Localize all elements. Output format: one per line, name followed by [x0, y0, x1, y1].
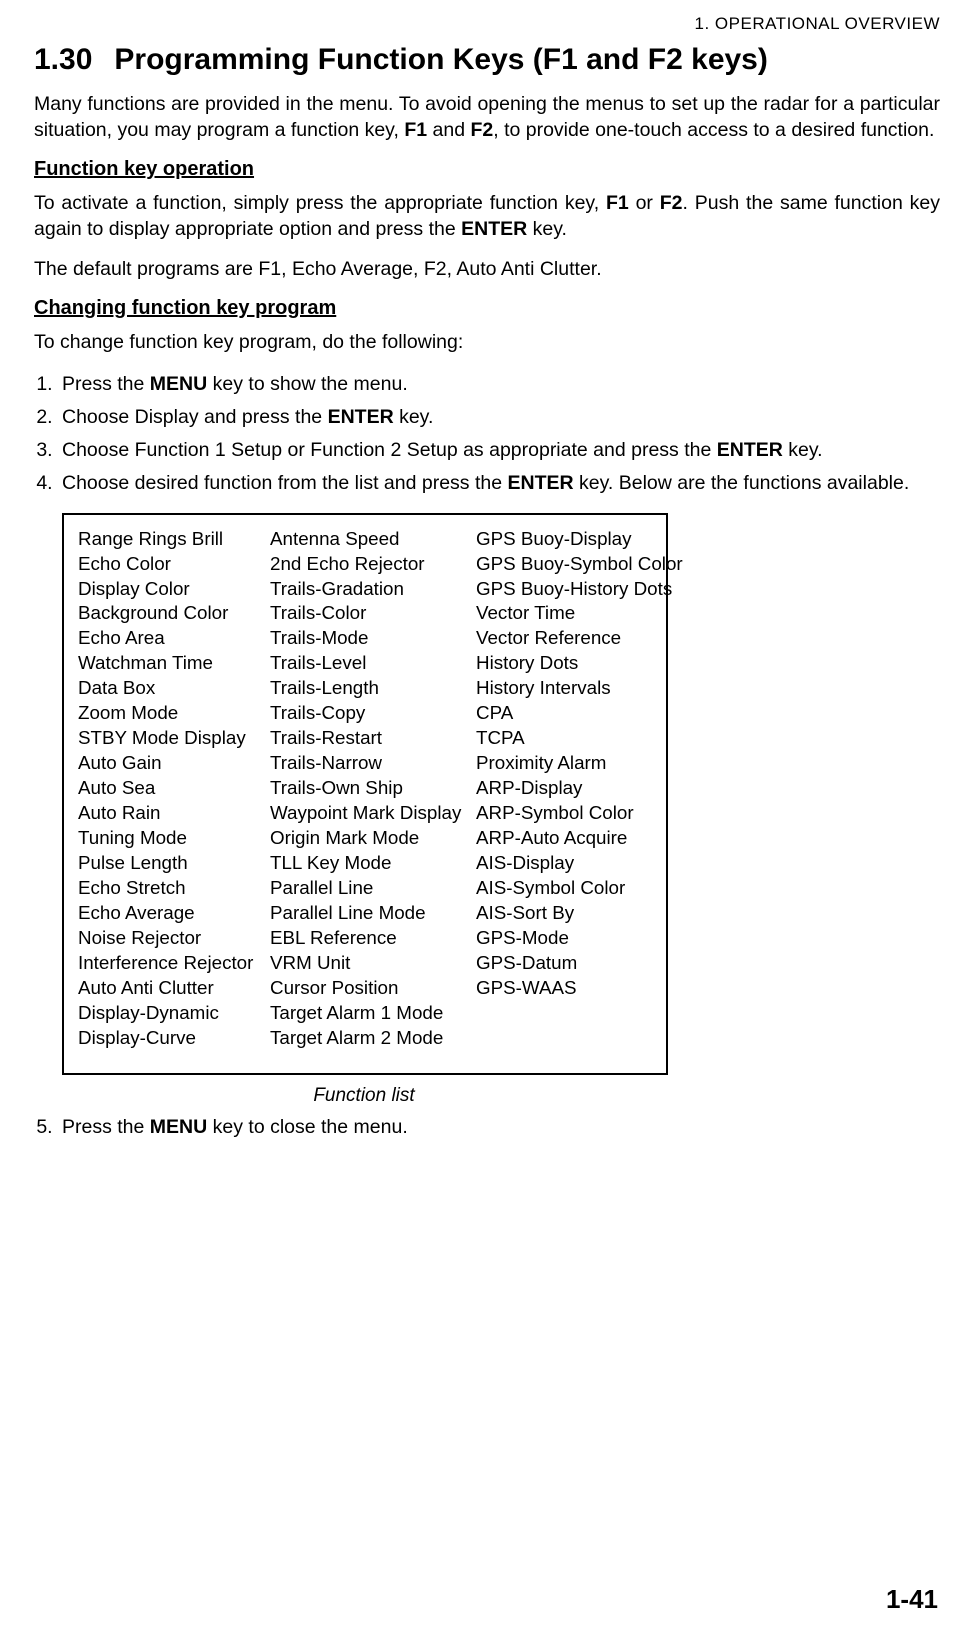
- function-item: History Dots: [476, 651, 683, 676]
- step-5: Press the MENU key to close the menu.: [58, 1113, 940, 1142]
- function-item: CPA: [476, 701, 683, 726]
- function-item: AIS-Symbol Color: [476, 876, 683, 901]
- function-item: Display Color: [78, 577, 270, 602]
- function-item: Watchman Time: [78, 651, 270, 676]
- function-item: Auto Sea: [78, 776, 270, 801]
- function-item: Trails-Length: [270, 676, 476, 701]
- function-item: Parallel Line: [270, 876, 476, 901]
- function-item: TLL Key Mode: [270, 851, 476, 876]
- function-item: Parallel Line Mode: [270, 901, 476, 926]
- function-item: Pulse Length: [78, 851, 270, 876]
- step-4: Choose desired function from the list an…: [58, 469, 940, 498]
- function-item: Vector Reference: [476, 626, 683, 651]
- function-item: Vector Time: [476, 601, 683, 626]
- function-item: GPS-Mode: [476, 926, 683, 951]
- figure-caption: Function list: [34, 1085, 694, 1107]
- function-item: Display-Curve: [78, 1026, 270, 1051]
- function-item: 2nd Echo Rejector: [270, 552, 476, 577]
- function-item: Trails-Copy: [270, 701, 476, 726]
- function-col-2: Antenna Speed2nd Echo RejectorTrails-Gra…: [270, 527, 476, 1052]
- function-item: ARP-Display: [476, 776, 683, 801]
- function-item: AIS-Display: [476, 851, 683, 876]
- section-number: 1.30: [34, 42, 92, 78]
- function-item: Echo Color: [78, 552, 270, 577]
- function-item: History Intervals: [476, 676, 683, 701]
- function-columns: Range Rings BrillEcho ColorDisplay Color…: [78, 527, 652, 1052]
- function-item: VRM Unit: [270, 951, 476, 976]
- page: 1. OPERATIONAL OVERVIEW 1.30 Programming …: [0, 0, 974, 1639]
- function-item: Background Color: [78, 601, 270, 626]
- changing-paragraph: To change function key program, do the f…: [34, 330, 940, 356]
- function-item: Trails-Narrow: [270, 751, 476, 776]
- function-item: Display-Dynamic: [78, 1001, 270, 1026]
- function-item: Range Rings Brill: [78, 527, 270, 552]
- function-item: Tuning Mode: [78, 826, 270, 851]
- function-item: Auto Gain: [78, 751, 270, 776]
- function-item: TCPA: [476, 726, 683, 751]
- function-item: GPS Buoy-Display: [476, 527, 683, 552]
- function-list-box: Range Rings BrillEcho ColorDisplay Color…: [62, 513, 668, 1076]
- function-col-1: Range Rings BrillEcho ColorDisplay Color…: [78, 527, 270, 1052]
- steps-list-part1: Press the MENU key to show the menu. Cho…: [34, 370, 940, 499]
- function-item: GPS Buoy-History Dots: [476, 577, 683, 602]
- function-item: GPS Buoy-Symbol Color: [476, 552, 683, 577]
- function-item: Trails-Restart: [270, 726, 476, 751]
- subhead-changing: Changing function key program: [34, 297, 940, 320]
- function-item: Auto Anti Clutter: [78, 976, 270, 1001]
- function-item: Trails-Own Ship: [270, 776, 476, 801]
- function-item: ARP-Auto Acquire: [476, 826, 683, 851]
- function-item: Interference Rejector: [78, 951, 270, 976]
- function-item: Cursor Position: [270, 976, 476, 1001]
- function-item: Antenna Speed: [270, 527, 476, 552]
- function-item: Origin Mark Mode: [270, 826, 476, 851]
- function-item: Auto Rain: [78, 801, 270, 826]
- function-item: Echo Average: [78, 901, 270, 926]
- function-item: Target Alarm 1 Mode: [270, 1001, 476, 1026]
- function-item: Trails-Mode: [270, 626, 476, 651]
- function-item: Trails-Color: [270, 601, 476, 626]
- function-item: Proximity Alarm: [476, 751, 683, 776]
- function-col-3: GPS Buoy-DisplayGPS Buoy-Symbol ColorGPS…: [476, 527, 683, 1052]
- section-heading: 1.30 Programming Function Keys (F1 and F2…: [34, 42, 940, 78]
- function-item: GPS-Datum: [476, 951, 683, 976]
- section-title-text: Programming Function Keys (F1 and F2 key…: [114, 43, 767, 76]
- function-item: Trails-Gradation: [270, 577, 476, 602]
- page-number: 1-41: [886, 1584, 938, 1615]
- function-item: Noise Rejector: [78, 926, 270, 951]
- function-item: GPS-WAAS: [476, 976, 683, 1001]
- running-header: 1. OPERATIONAL OVERVIEW: [34, 14, 940, 34]
- step-3: Choose Function 1 Setup or Function 2 Se…: [58, 436, 940, 465]
- step-1: Press the MENU key to show the menu.: [58, 370, 940, 399]
- function-item: AIS-Sort By: [476, 901, 683, 926]
- function-item: Echo Area: [78, 626, 270, 651]
- subhead-operation: Function key operation: [34, 158, 940, 181]
- steps-list-part2: Press the MENU key to close the menu.: [34, 1113, 940, 1142]
- function-item: Trails-Level: [270, 651, 476, 676]
- operation-paragraph-2: The default programs are F1, Echo Averag…: [34, 257, 940, 283]
- function-item: Data Box: [78, 676, 270, 701]
- operation-paragraph-1: To activate a function, simply press the…: [34, 191, 940, 243]
- function-item: Target Alarm 2 Mode: [270, 1026, 476, 1051]
- function-item: Waypoint Mark Display: [270, 801, 476, 826]
- intro-paragraph: Many functions are provided in the menu.…: [34, 92, 940, 144]
- function-item: EBL Reference: [270, 926, 476, 951]
- function-item: STBY Mode Display: [78, 726, 270, 751]
- step-2: Choose Display and press the ENTER key.: [58, 403, 940, 432]
- function-item: ARP-Symbol Color: [476, 801, 683, 826]
- function-item: Echo Stretch: [78, 876, 270, 901]
- function-item: Zoom Mode: [78, 701, 270, 726]
